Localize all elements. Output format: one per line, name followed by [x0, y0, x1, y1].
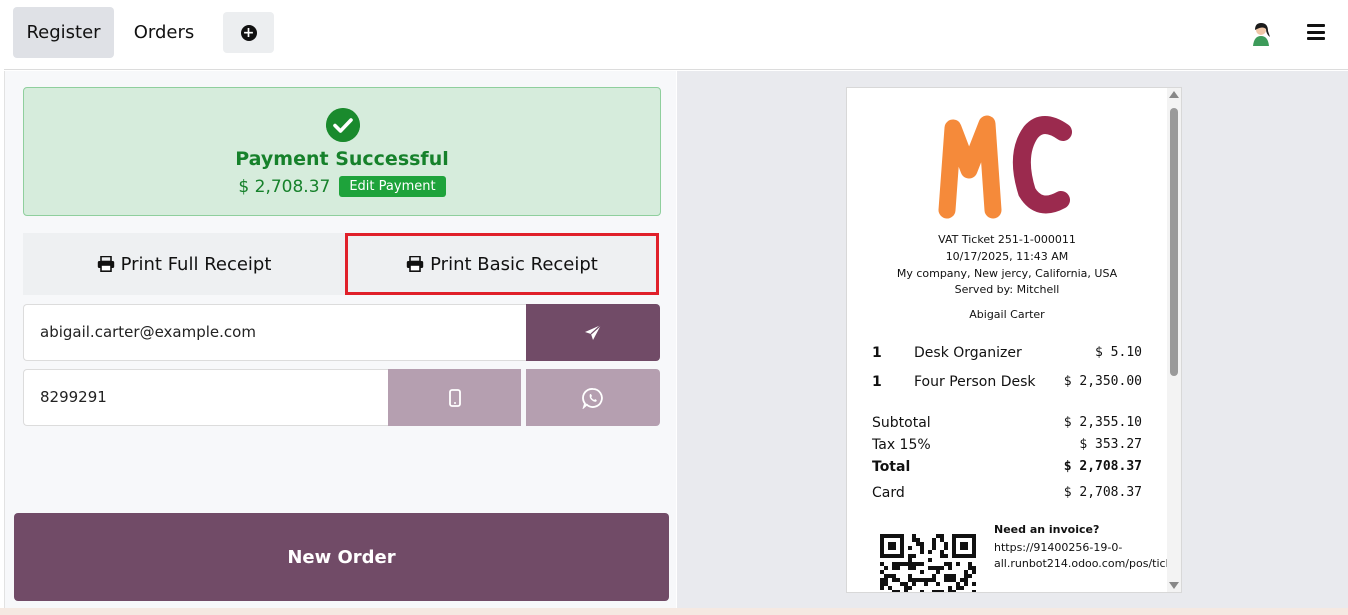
whatsapp-icon — [582, 387, 603, 409]
phone-input[interactable]: 8299291 — [23, 369, 389, 426]
plus-circle-icon: + — [240, 24, 257, 41]
add-order-button[interactable]: + — [223, 12, 274, 53]
company-logo — [938, 115, 1072, 219]
send-whatsapp-button[interactable] — [526, 369, 660, 426]
subtotal-label: Subtotal — [872, 415, 931, 431]
tab-register[interactable]: Register — [13, 7, 114, 58]
tax-value: $ 353.27 — [1079, 437, 1142, 452]
print-basic-receipt-button[interactable]: Print Basic Receipt — [345, 233, 659, 295]
printer-icon — [97, 256, 114, 272]
total-label: Total — [872, 459, 911, 475]
receipt-scrollbar[interactable] — [1167, 88, 1181, 592]
email-input[interactable]: abigail.carter@example.com — [23, 304, 527, 361]
tax-label: Tax 15% — [872, 437, 931, 453]
card-label: Card — [872, 485, 905, 501]
item-name: Four Person Desk — [914, 374, 1036, 390]
hamburger-menu-icon[interactable] — [1307, 24, 1325, 40]
item-price: $ 5.10 — [1095, 345, 1142, 360]
window-bottom-edge — [0, 608, 1348, 615]
payment-amount: $ 2,708.37 — [238, 176, 331, 197]
new-order-button[interactable]: New Order — [14, 513, 669, 601]
user-avatar-icon[interactable] — [1248, 20, 1274, 46]
payment-panel: Payment Successful $ 2,708.37 Edit Payme… — [4, 71, 676, 615]
scroll-up-arrow-icon[interactable] — [1169, 91, 1179, 98]
receipt-preview[interactable]: VAT Ticket 251-1-000011 10/17/2025, 11:4… — [846, 87, 1182, 593]
receipt-customer-name: Abigail Carter — [969, 308, 1045, 321]
check-circle-icon — [326, 108, 360, 142]
paper-plane-icon — [585, 324, 602, 340]
print-basic-receipt-label: Print Basic Receipt — [430, 253, 598, 275]
payment-amount-row: $ 2,708.37 Edit Payment — [24, 176, 660, 197]
receipt-served-by: Served by: Mitchell — [954, 283, 1060, 296]
receipt-company-address: My company, New jercy, California, USA — [896, 267, 1118, 280]
send-email-button[interactable] — [526, 304, 660, 361]
invoice-qr-code-icon — [880, 534, 976, 592]
payment-success-banner: Payment Successful $ 2,708.37 Edit Payme… — [23, 87, 661, 216]
invoice-prompt: Need an invoice? — [994, 523, 1100, 536]
printer-icon — [406, 256, 424, 272]
total-value: $ 2,708.37 — [1063, 459, 1142, 474]
edit-payment-button[interactable]: Edit Payment — [339, 176, 446, 197]
subtotal-value: $ 2,355.10 — [1063, 415, 1142, 430]
top-navbar: Register Orders + — [4, 0, 1348, 70]
card-value: $ 2,708.37 — [1063, 485, 1142, 500]
send-sms-button[interactable] — [388, 369, 521, 426]
receipt-datetime: 10/17/2025, 11:43 AM — [945, 250, 1069, 263]
receipt-ticket-number: VAT Ticket 251-1-000011 — [938, 233, 1076, 246]
print-full-receipt-button[interactable]: Print Full Receipt — [23, 233, 345, 295]
invoice-link: https://91400256-19-0-all.runbot214.odoo… — [994, 541, 1182, 570]
payment-status-text: Payment Successful — [235, 148, 449, 170]
receipt-preview-pane: VAT Ticket 251-1-000011 10/17/2025, 11:4… — [677, 71, 1348, 615]
scrollbar-thumb[interactable] — [1170, 108, 1178, 376]
tab-orders[interactable]: Orders — [119, 7, 209, 58]
scroll-down-arrow-icon[interactable] — [1169, 582, 1179, 589]
item-quantity: 1 — [872, 345, 882, 361]
item-price: $ 2,350.00 — [1063, 374, 1142, 389]
item-name: Desk Organizer — [914, 345, 1022, 361]
item-quantity: 1 — [872, 374, 882, 390]
mobile-phone-icon — [448, 388, 461, 407]
print-full-receipt-label: Print Full Receipt — [120, 253, 272, 275]
